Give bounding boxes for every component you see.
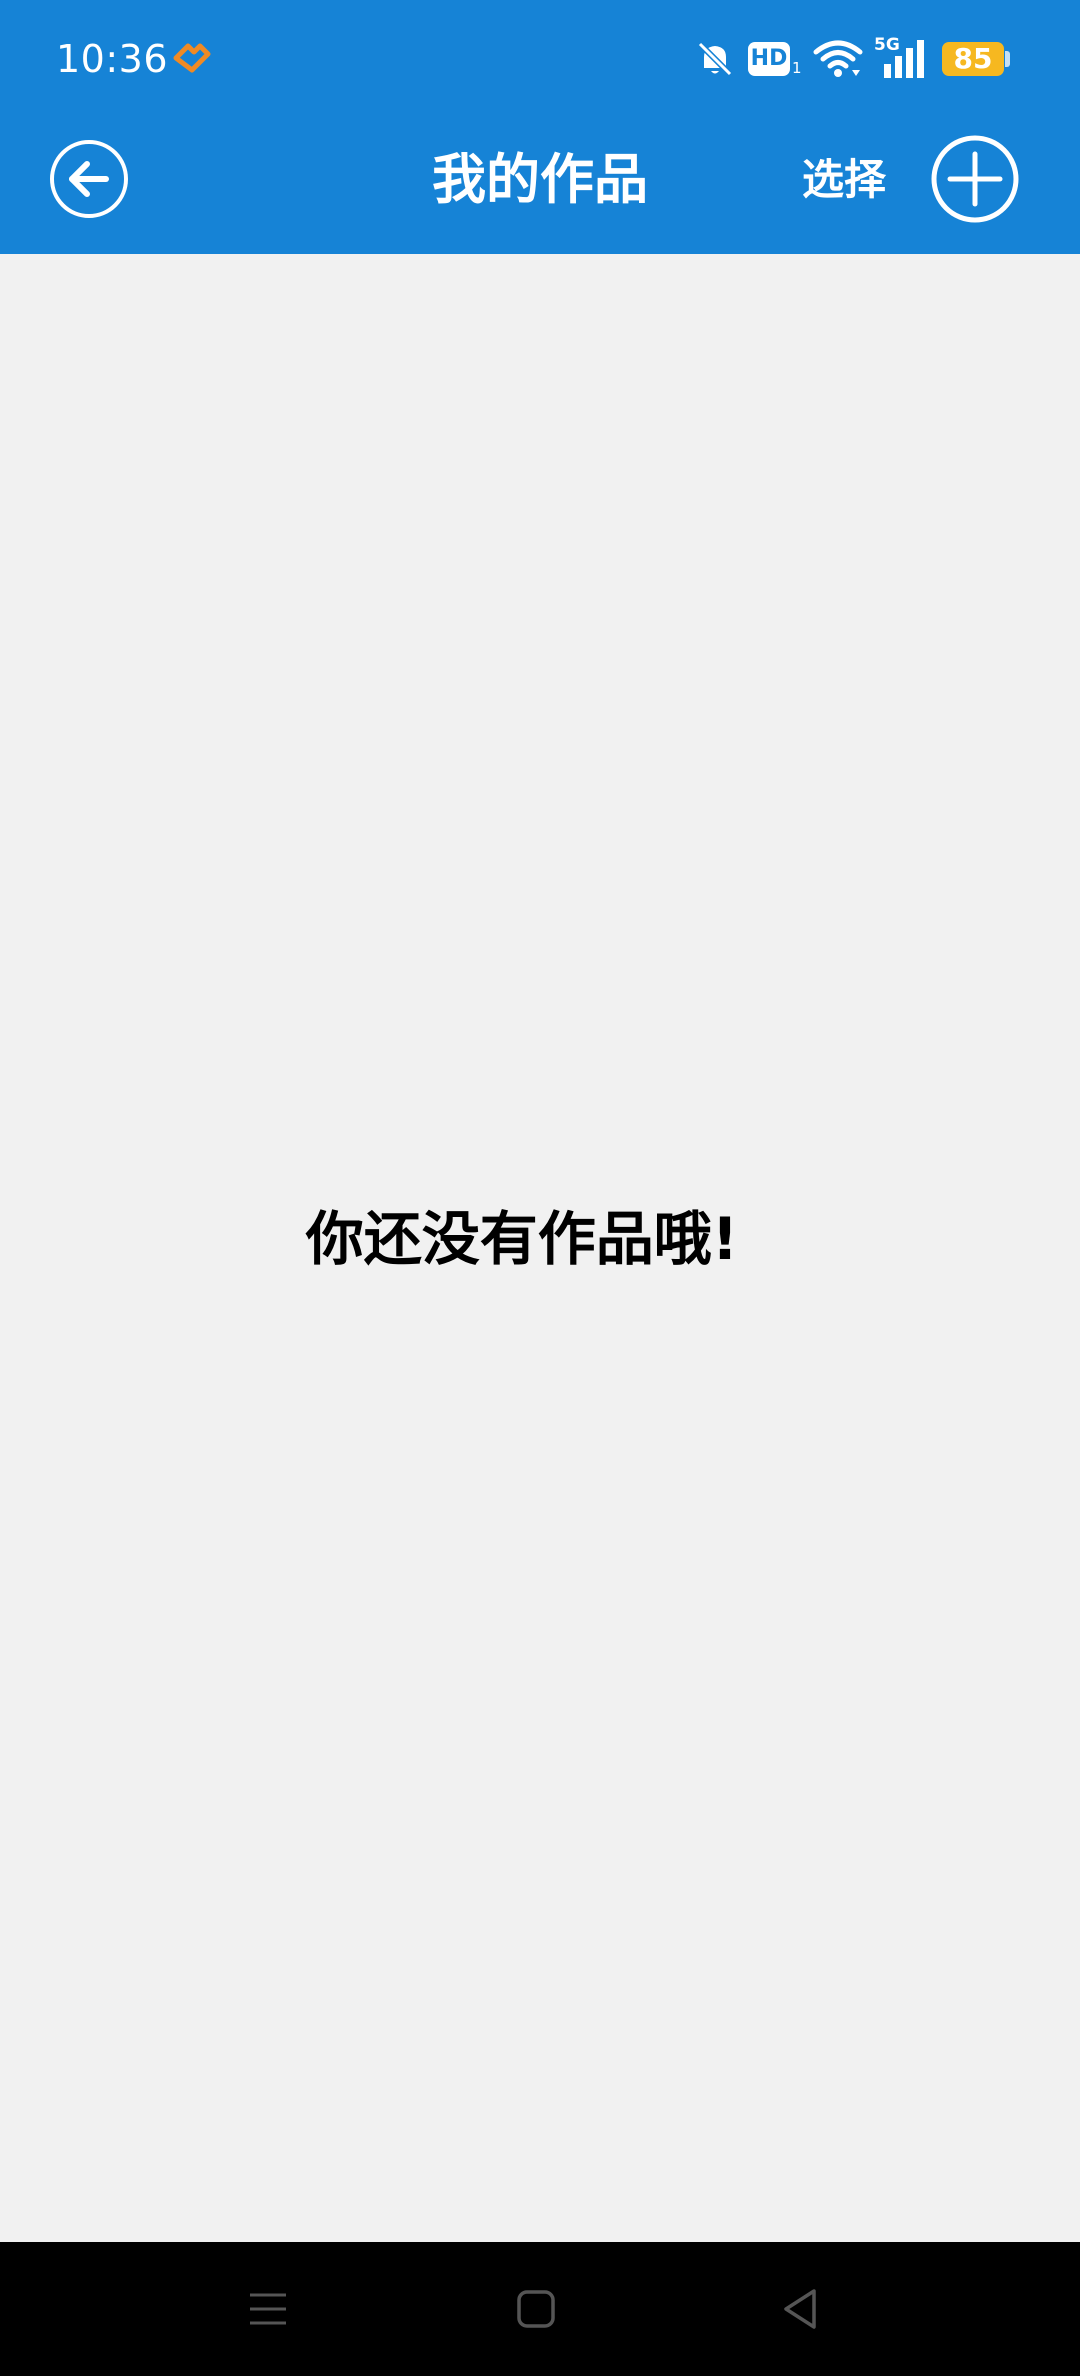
hd-sim-index: 1 — [792, 59, 802, 77]
back-triangle-icon[interactable] — [778, 2285, 822, 2333]
signal-icon — [884, 40, 924, 78]
select-button[interactable]: 选择 — [792, 150, 896, 210]
back-button[interactable] — [48, 138, 130, 220]
status-time: 10:36 — [56, 37, 169, 81]
battery-icon: 85 — [942, 42, 1004, 76]
system-nav-bar — [0, 2242, 1080, 2376]
wifi-icon — [813, 40, 863, 77]
page-title: 我的作品 — [432, 148, 648, 211]
battery-cap — [1005, 51, 1010, 67]
menu-icon[interactable] — [246, 2287, 290, 2331]
hd-icon: HD — [748, 42, 790, 76]
app-notification-icon — [173, 43, 211, 73]
empty-state-message: 你还没有作品哦! — [305, 1205, 739, 1273]
home-icon[interactable] — [514, 2287, 558, 2331]
works-list-area: 你还没有作品哦! — [0, 254, 1080, 2242]
add-button[interactable] — [930, 134, 1020, 224]
bell-muted-icon — [697, 41, 733, 77]
app-header: 10:36 HD 1 5G 85 我的作品 选择 — [0, 0, 1080, 254]
